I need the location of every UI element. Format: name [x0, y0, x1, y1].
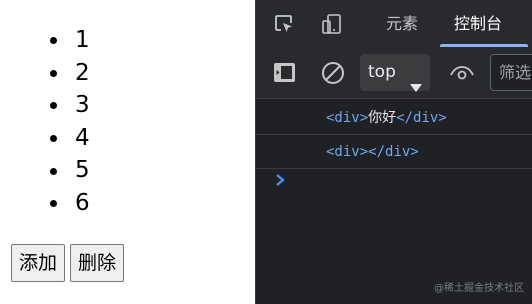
list-item: 4: [40, 122, 90, 155]
number-list: 1 2 3 4 5 6: [40, 24, 90, 220]
console-toolbar: top 筛选: [256, 48, 532, 99]
bullet-icon: [50, 69, 57, 77]
filter-input[interactable]: 筛选: [490, 54, 532, 91]
element-text: 你好: [368, 110, 397, 126]
bullet-icon: [50, 102, 57, 110]
tab-elements[interactable]: 元素: [386, 0, 418, 48]
clear-console-icon[interactable]: [320, 60, 346, 86]
bullet-icon: [50, 135, 57, 143]
eye-icon[interactable]: [449, 60, 475, 86]
console-log-line[interactable]: <div></div>: [256, 135, 532, 169]
add-button[interactable]: 添加: [11, 244, 66, 282]
list-item: 6: [40, 187, 90, 220]
close-tag: </div>: [396, 110, 447, 126]
context-value: top: [368, 62, 396, 82]
bullet-icon: [50, 167, 57, 175]
sidebar-toggle-icon[interactable]: [272, 60, 298, 86]
context-selector[interactable]: top: [360, 54, 430, 92]
list-item: 3: [40, 89, 90, 122]
button-row: 添加 删除: [11, 244, 125, 282]
inspect-icon[interactable]: [272, 12, 296, 36]
prompt-chevron-icon[interactable]: [273, 172, 287, 188]
list-item: 2: [40, 57, 90, 90]
console-log-line[interactable]: <div>你好</div>: [256, 101, 532, 135]
open-tag: <div>: [326, 110, 369, 126]
page-viewport: 1 2 3 4 5 6 添加 删除: [0, 0, 255, 304]
filter-placeholder: 筛选: [499, 63, 532, 82]
delete-button[interactable]: 删除: [70, 244, 125, 282]
devtools-panel: 元素 控制台 top 筛选 <div>你好</div> <div></div>: [255, 0, 532, 304]
device-toggle-icon[interactable]: [320, 12, 344, 36]
list-item: 5: [40, 154, 90, 187]
active-tab-indicator: [440, 44, 528, 47]
bullet-icon: [50, 37, 57, 45]
close-tag: </div>: [368, 144, 419, 160]
devtools-tab-bar: 元素 控制台: [256, 0, 532, 49]
open-tag: <div>: [326, 144, 369, 160]
bullet-icon: [50, 200, 57, 208]
list-item: 1: [40, 24, 90, 57]
watermark-text: @稀土掘金技术社区: [434, 283, 524, 294]
tab-console[interactable]: 控制台: [454, 0, 502, 48]
